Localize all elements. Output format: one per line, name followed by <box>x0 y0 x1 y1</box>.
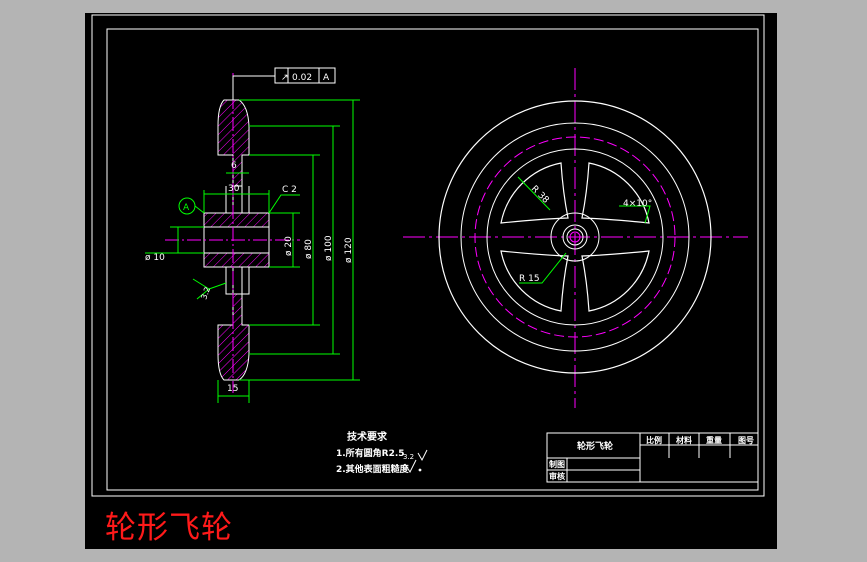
tolerance-value: 0.02 <box>292 73 312 83</box>
dim-dia-100: ø 100 <box>324 235 334 261</box>
dim-dia-20: ø 20 <box>284 236 294 256</box>
dim-chamfer: C 2 <box>282 185 297 195</box>
title-row-drawn: 制图 <box>549 459 565 469</box>
outer-frame <box>91 14 765 497</box>
roughness-value: 3.2 <box>199 286 212 301</box>
title-block: 轮形飞轮 比例 材料 重量 图号 制图 审核 <box>546 432 759 483</box>
title-header-drawing-no: 图号 <box>738 436 754 445</box>
dim-30: 30 <box>228 184 240 194</box>
tech-line-1-roughness: 3.2 <box>403 453 414 461</box>
hub-section-bottom <box>203 252 270 268</box>
dim-dia-80: ø 80 <box>304 239 314 259</box>
datum-label: A <box>183 203 190 213</box>
title-header-material: 材料 <box>676 435 692 445</box>
tech-line-2: 2.其他表面粗糙度 <box>336 463 410 475</box>
section-view: ↗ 0.02 A A 6 30 C 2 ø 10 ø 20 ø 80 ø 100… <box>145 67 360 403</box>
runout-symbol: ↗ <box>281 73 289 83</box>
dim-6: 6 <box>231 161 237 171</box>
dim-dia-10: ø 10 <box>145 253 165 263</box>
dim-r38: R 38 <box>529 184 551 206</box>
dim-spokes: 4×10° <box>623 199 652 209</box>
title-header-scale: 比例 <box>646 435 662 445</box>
geometric-tolerance-frame: ↗ 0.02 A <box>232 67 336 100</box>
dim-15: 15 <box>227 384 238 394</box>
cad-drawing: ↗ 0.02 A A 6 30 C 2 ø 10 ø 20 ø 80 ø 100… <box>91 14 765 497</box>
tech-heading: 技术要求 <box>347 430 388 443</box>
title-header-weight: 重量 <box>706 435 722 445</box>
tech-line-1: 1.所有圆角R2.5 <box>336 447 405 459</box>
technical-requirements: 技术要求 1.所有圆角R2.5 3.2 2.其他表面粗糙度 <box>336 430 428 475</box>
title-row-review: 审核 <box>549 471 565 481</box>
hub-section-top <box>203 212 270 228</box>
title-part-name: 轮形飞轮 <box>577 440 613 452</box>
drawing-caption: 轮形飞轮 <box>105 510 233 546</box>
dim-r15: R 15 <box>519 274 540 284</box>
dim-dia-120: ø 120 <box>344 237 354 263</box>
drawing-sheet: ↗ 0.02 A A 6 30 C 2 ø 10 ø 20 ø 80 ø 100… <box>85 13 777 549</box>
tolerance-datum: A <box>323 73 330 83</box>
front-view: R 38 R 15 4×10° <box>403 68 748 408</box>
